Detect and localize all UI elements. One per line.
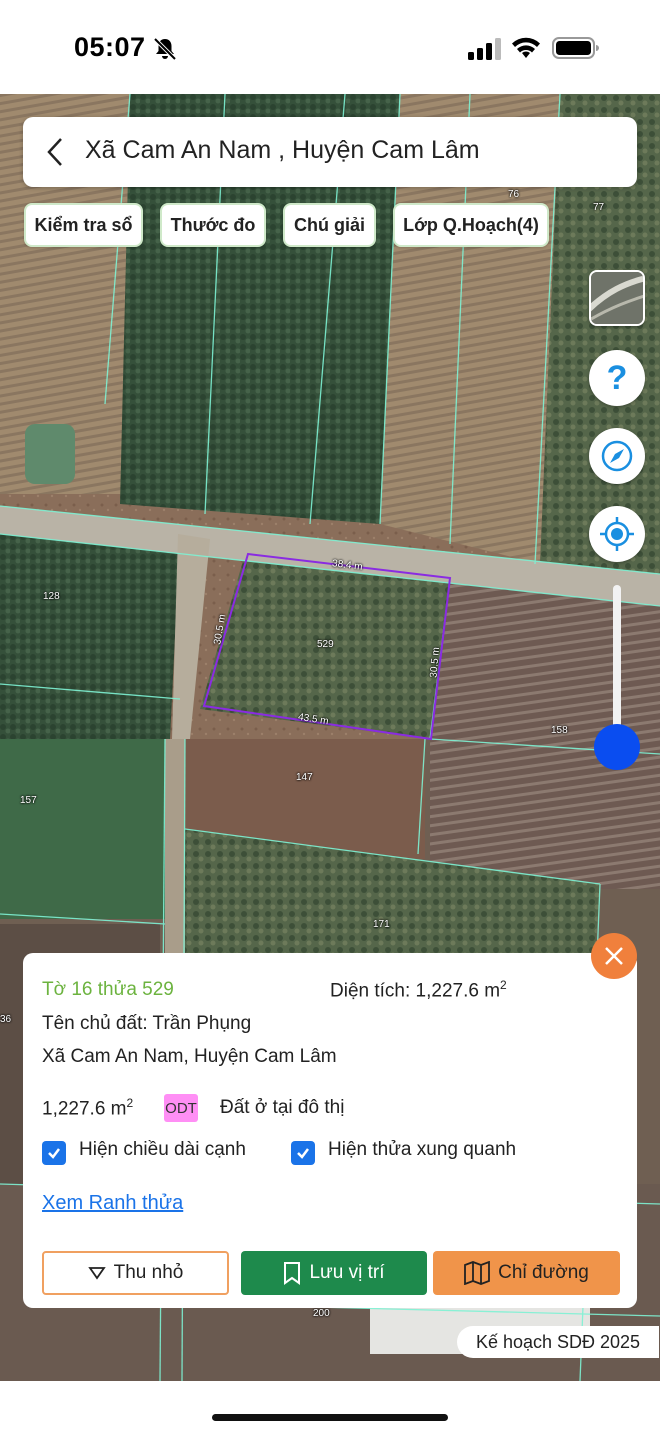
ruler-chip[interactable]: Thước đo <box>160 203 266 247</box>
back-button[interactable] <box>37 133 73 171</box>
parcel-number: 76 <box>508 189 520 200</box>
land-use-code-badge: ODT <box>164 1094 198 1122</box>
show-neighbors-label[interactable]: Hiện thửa xung quanh <box>328 1139 516 1161</box>
crosshair-icon <box>600 517 634 551</box>
battery-icon <box>552 37 599 59</box>
show-edge-length-label[interactable]: Hiện chiều dài cạnh <box>79 1139 246 1161</box>
save-location-button[interactable]: Lưu vị trí <box>241 1251 427 1295</box>
chevron-left-icon <box>47 138 62 166</box>
show-edge-length-checkbox[interactable] <box>42 1141 66 1165</box>
parcel-info-card: Tờ 16 thửa 529 Diện tích: 1,227.6 m2 Tên… <box>23 953 637 1308</box>
checkmark-icon <box>297 1148 309 1159</box>
area-heading: Diện tích: 1,227.6 m2 <box>330 978 507 1002</box>
opacity-slider-knob[interactable] <box>594 724 640 770</box>
land-area-value: 1,227.6 m2 <box>42 1096 134 1120</box>
parcel-number: 128 <box>43 591 60 602</box>
close-icon <box>605 947 623 965</box>
check-book-chip[interactable]: Kiểm tra sổ <box>24 203 143 247</box>
location-header: Xã Cam An Nam , Huyện Cam Lâm <box>23 117 637 187</box>
location-title: Xã Cam An Nam , Huyện Cam Lâm <box>85 136 480 164</box>
bookmark-icon <box>284 1262 301 1285</box>
status-bar: 05:07 <box>0 0 660 94</box>
bell-off-icon <box>153 37 177 61</box>
planning-layer-chip[interactable]: Lớp Q.Hoạch(4) <box>393 203 549 247</box>
close-card-button[interactable] <box>591 933 637 979</box>
parcel-number: 77 <box>593 202 605 213</box>
bottom-safe-area <box>0 1381 660 1434</box>
my-location-button[interactable] <box>589 506 645 562</box>
parcel-number: 36 <box>0 1014 12 1025</box>
compass-icon <box>601 440 633 472</box>
view-boundary-link[interactable]: Xem Ranh thửa <box>42 1192 183 1215</box>
parcel-number: 171 <box>373 919 390 930</box>
parcel-title: Tờ 16 thửa 529 <box>42 979 174 1000</box>
cellular-signal-icon <box>468 38 501 60</box>
parcel-number: 158 <box>551 725 568 736</box>
question-icon: ? <box>606 358 628 397</box>
land-use-description: Đất ở tại đô thị <box>220 1097 345 1118</box>
parcel-number: 529 <box>317 639 334 650</box>
plan-year-label[interactable]: Kế hoạch SDĐ 2025 <box>457 1326 659 1358</box>
parcel-address: Xã Cam An Nam, Huyện Cam Lâm <box>42 1046 337 1067</box>
legend-chip[interactable]: Chú giải <box>283 203 376 247</box>
checkmark-icon <box>48 1148 60 1159</box>
directions-button[interactable]: Chỉ đường <box>433 1251 620 1295</box>
map-icon <box>464 1261 491 1285</box>
compass-button[interactable] <box>589 428 645 484</box>
parcel-number: 157 <box>20 795 37 806</box>
opacity-slider-track[interactable] <box>613 585 621 747</box>
owner-name: Tên chủ đất: Trần Phụng <box>42 1013 252 1034</box>
satellite-layer-icon <box>591 272 643 324</box>
collapse-button[interactable]: Thu nhỏ <box>42 1251 229 1295</box>
parcel-number: 200 <box>313 1308 330 1319</box>
map-layer-toggle[interactable] <box>589 270 645 326</box>
help-button[interactable]: ? <box>589 350 645 406</box>
status-time: 05:07 <box>74 32 146 62</box>
wifi-icon <box>512 37 540 58</box>
home-indicator[interactable] <box>212 1414 448 1421</box>
triangle-down-icon <box>87 1267 106 1280</box>
parcel-number: 147 <box>296 772 313 783</box>
show-neighbors-checkbox[interactable] <box>291 1141 315 1165</box>
